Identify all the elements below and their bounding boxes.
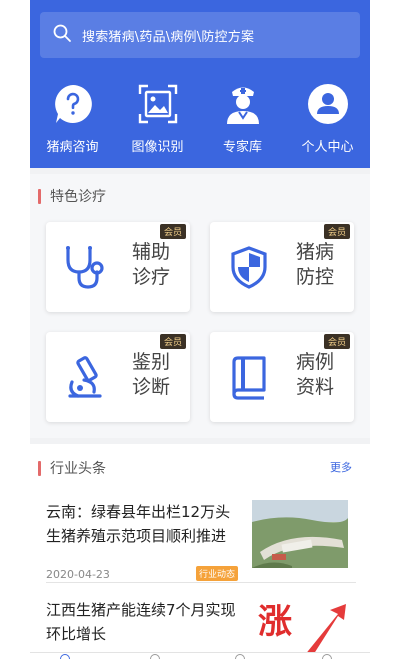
card-label: 猪病 防控 — [296, 241, 335, 288]
nav-image-recognition[interactable]: 图像识别 — [115, 82, 200, 158]
member-badge: 会员 — [159, 334, 186, 349]
member-badge: 会员 — [323, 334, 350, 349]
section-title: 特色诊疗 — [38, 186, 106, 206]
nav-expert-library[interactable]: 专家库 — [200, 82, 285, 158]
news-divider — [46, 582, 356, 583]
header: 搜索猪病\药品\病例\防控方案 猪病咨询 图像识别 专家库 个人中心 — [30, 0, 370, 168]
book-icon — [224, 352, 274, 402]
member-badge: 会员 — [159, 224, 186, 239]
nav-label: 个人中心 — [301, 140, 354, 155]
bottom-tab-bar — [30, 652, 370, 660]
card-label: 辅助 诊疗 — [132, 241, 171, 288]
card-case-materials[interactable]: 会员 病例 资料 — [210, 332, 354, 422]
nav-disease-consult[interactable]: 猪病咨询 — [30, 82, 115, 158]
section-accent-bar — [38, 460, 41, 476]
section-title: 行业头条 — [38, 458, 106, 478]
tab-discover-icon[interactable] — [150, 654, 160, 659]
card-differential-diagnosis[interactable]: 会员 鉴别 诊断 — [46, 332, 190, 422]
search-icon — [52, 23, 72, 47]
nav-personal-center[interactable]: 个人中心 — [285, 82, 370, 158]
news-title: 江西生猪产能连续7个月实现环比增长 — [46, 601, 236, 643]
user-icon — [306, 82, 350, 126]
tab-profile-icon[interactable] — [322, 654, 332, 659]
news-item[interactable]: 江西生猪产能连续7个月实现环比增长 涨 — [46, 598, 356, 660]
nav-label: 猪病咨询 — [46, 140, 99, 155]
thumb-rise-text: 涨 — [258, 602, 292, 642]
tab-home-icon[interactable] — [60, 654, 70, 659]
shield-icon — [224, 242, 274, 292]
card-disease-prevention[interactable]: 会员 猪病 防控 — [210, 222, 354, 312]
news-tag: 行业动态 — [196, 566, 239, 581]
news-item[interactable]: 云南：绿春县年出栏12万头生猪养殖示范项目顺利推进 2020-04-23 行业动… — [46, 500, 356, 584]
nav-label: 图像识别 — [131, 140, 184, 155]
news-section: 行业头条 更多 云南：绿春县年出栏12万头生猪养殖示范项目顺利推进 2020-0… — [30, 444, 370, 660]
card-assisted-diagnosis[interactable]: 会员 辅助 诊疗 — [46, 222, 190, 312]
microscope-icon — [60, 352, 110, 402]
search-placeholder: 搜索猪病\药品\病例\防控方案 — [82, 29, 255, 45]
doctor-icon — [221, 82, 265, 126]
more-link[interactable]: 更多 — [330, 459, 352, 475]
news-thumbnail: 涨 — [252, 598, 348, 660]
card-label: 鉴别 诊断 — [132, 351, 171, 398]
feature-section: 特色诊疗 会员 辅助 诊疗 会员 猪病 防控 会员 鉴别 诊断 会员 病例 资料 — [30, 174, 370, 438]
quick-nav: 猪病咨询 图像识别 专家库 个人中心 — [30, 82, 370, 158]
section-accent-bar — [38, 188, 41, 204]
news-title: 云南：绿春县年出栏12万头生猪养殖示范项目顺利推进 — [46, 503, 231, 545]
news-date: 2020-04-23 — [46, 568, 110, 581]
search-bar[interactable]: 搜索猪病\药品\病例\防控方案 — [40, 12, 360, 58]
news-thumbnail — [252, 500, 348, 568]
nav-label: 专家库 — [222, 140, 262, 155]
image-scan-icon — [136, 82, 180, 126]
stethoscope-icon — [60, 242, 110, 292]
member-badge: 会员 — [323, 224, 350, 239]
card-label: 病例 资料 — [296, 351, 335, 398]
tab-messages-icon[interactable] — [235, 654, 245, 659]
question-icon — [51, 82, 95, 126]
section-title-text: 特色诊疗 — [50, 189, 106, 205]
app-screen: 搜索猪病\药品\病例\防控方案 猪病咨询 图像识别 专家库 个人中心 特色诊疗 … — [30, 0, 370, 660]
section-title-text: 行业头条 — [50, 461, 106, 477]
